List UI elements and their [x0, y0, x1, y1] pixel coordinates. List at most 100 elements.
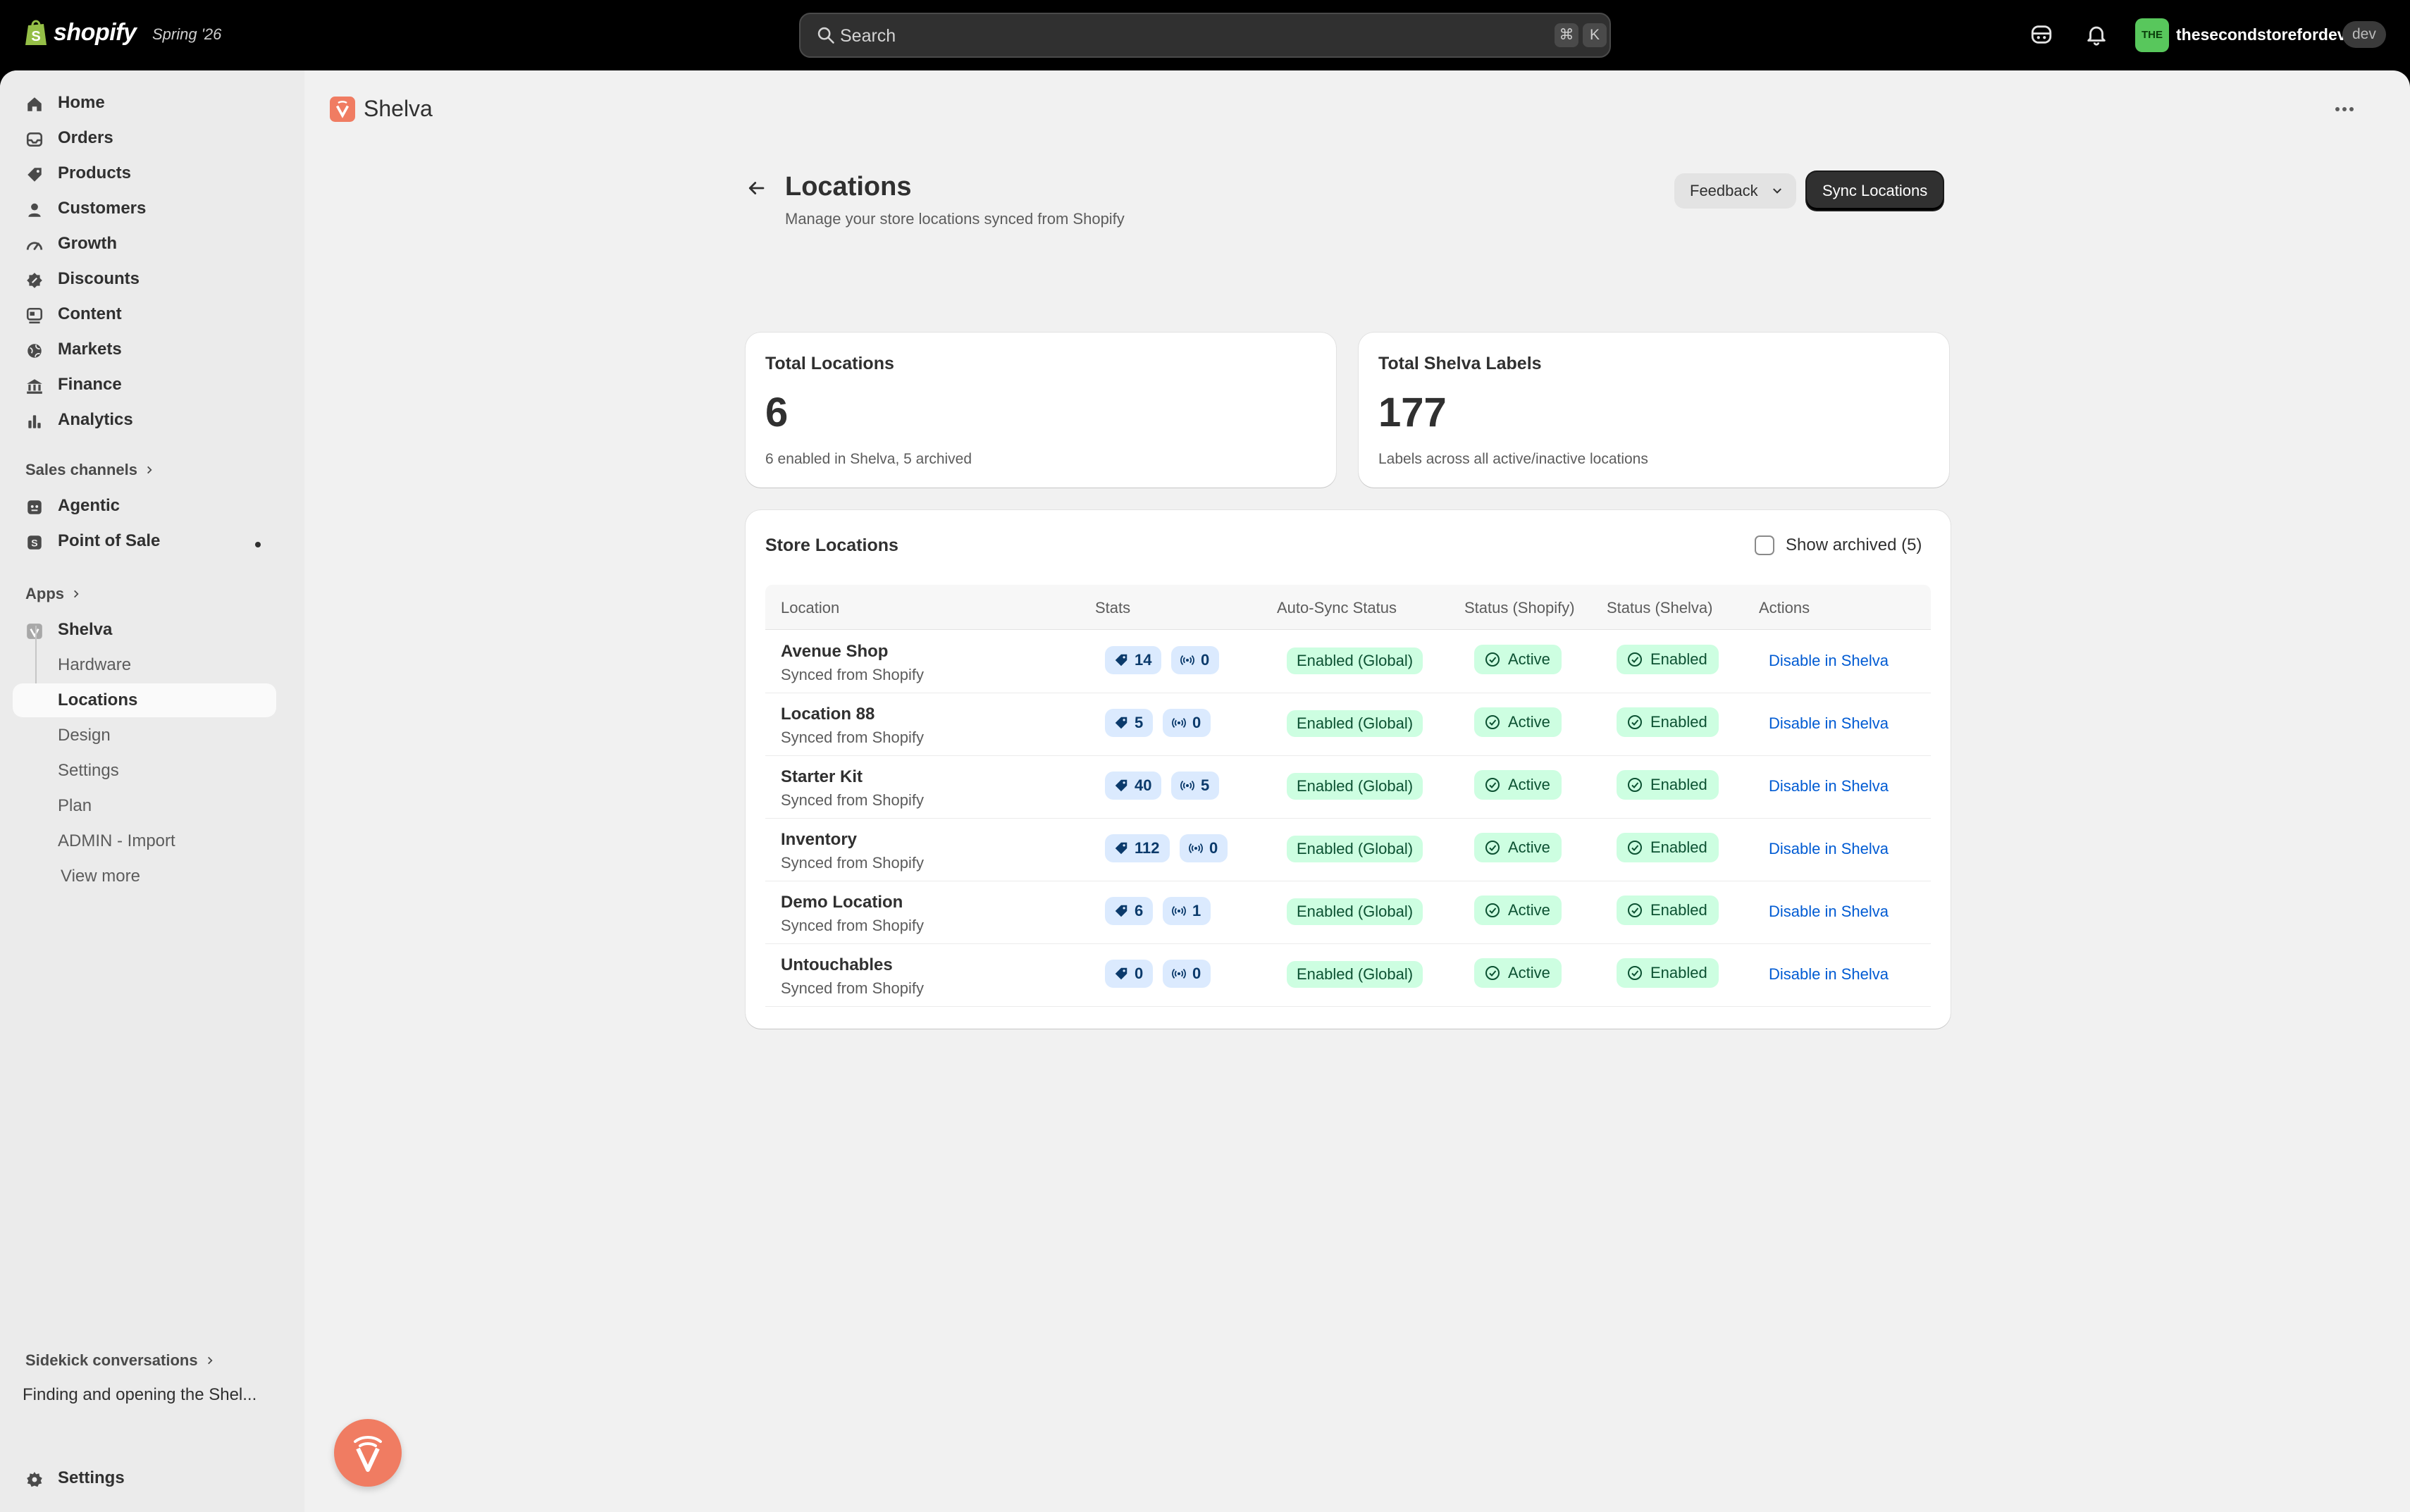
disable-in-shelva-link[interactable]: Disable in Shelva: [1769, 652, 1889, 670]
check-circle-icon: [1628, 841, 1642, 855]
stat-value: 6: [765, 390, 789, 435]
location-name[interactable]: Starter Kit: [781, 767, 863, 787]
bank-icon: [27, 379, 42, 394]
notification-bell-icon[interactable]: [2084, 23, 2108, 47]
sidebar-item-label: Products: [58, 163, 132, 182]
app-header: Shelva: [330, 96, 433, 122]
sidebar-item-shelva[interactable]: Shelva: [13, 613, 276, 647]
sidebar-subitem-admin-import[interactable]: ADMIN - Import: [13, 824, 276, 858]
stat-title: Total Locations: [765, 354, 894, 373]
tag-icon: [1115, 779, 1127, 792]
sidebar-item-analytics[interactable]: Analytics: [13, 403, 276, 437]
sidebar-item-label: ADMIN - Import: [58, 831, 175, 850]
search-placeholder: Search: [840, 26, 896, 46]
location-name[interactable]: Inventory: [781, 830, 857, 850]
disable-in-shelva-link[interactable]: Disable in Shelva: [1769, 777, 1889, 795]
feedback-button[interactable]: Feedback: [1674, 173, 1796, 209]
sidebar-item-point-of-sale[interactable]: S Point of Sale: [13, 524, 276, 558]
check-circle-icon: [1485, 841, 1500, 855]
table-row: Demo Location Synced from Shopify 6 1 En…: [765, 881, 1931, 944]
apps-header[interactable]: Apps: [25, 585, 81, 603]
sidebar-item-markets[interactable]: Markets: [13, 333, 276, 366]
gear-icon: [27, 1472, 42, 1487]
labels-count: 6: [1135, 902, 1144, 919]
location-name[interactable]: Untouchables: [781, 955, 893, 975]
sidekick-icon[interactable]: [2029, 23, 2053, 47]
disable-in-shelva-link[interactable]: Disable in Shelva: [1769, 840, 1889, 858]
tag-icon: [1115, 842, 1127, 855]
table-header: Location Stats Auto-Sync Status Status (…: [765, 585, 1931, 630]
labels-count-badge: 40: [1105, 772, 1162, 800]
sync-locations-button[interactable]: Sync Locations: [1807, 172, 1944, 210]
sidebar-item-growth[interactable]: Growth: [13, 227, 276, 261]
back-arrow-icon[interactable]: [746, 178, 767, 199]
sidebar-item-label: Discounts: [58, 269, 140, 288]
sales-channels-header[interactable]: Sales channels: [25, 461, 154, 479]
location-name[interactable]: Avenue Shop: [781, 642, 888, 662]
shortcut-k-key: K: [1583, 23, 1607, 47]
home-icon: [27, 97, 42, 111]
auto-sync-badge: Enabled (Global): [1287, 647, 1423, 674]
location-name[interactable]: Demo Location: [781, 893, 903, 912]
sidebar-subitem-design[interactable]: Design: [13, 719, 276, 752]
show-archived-checkbox[interactable]: [1755, 535, 1774, 555]
more-actions-icon[interactable]: [2334, 106, 2355, 113]
sidebar-item-finance[interactable]: Finance: [13, 368, 276, 402]
sidebar-view-more[interactable]: View more: [13, 860, 276, 893]
sidebar-item-customers[interactable]: Customers: [13, 192, 276, 225]
sidebar-item-agentic[interactable]: Agentic: [13, 489, 276, 523]
devices-count: 5: [1201, 776, 1210, 794]
sidekick-conversations-label: Sidekick conversations: [25, 1351, 198, 1369]
shopify-logo[interactable]: S shopify: [24, 18, 137, 47]
sidebar-subitem-hardware[interactable]: Hardware: [13, 648, 276, 682]
sidebar-item-settings[interactable]: Settings: [13, 1461, 276, 1495]
show-archived-toggle[interactable]: Show archived (5): [1755, 535, 1922, 555]
tag-icon: [27, 168, 42, 182]
sidebar-subitem-locations[interactable]: Locations: [13, 683, 276, 717]
sidekick-conversations-header[interactable]: Sidekick conversations: [25, 1351, 215, 1370]
shelva-launcher-button[interactable]: [334, 1419, 402, 1487]
auto-sync-badge: Enabled (Global): [1287, 961, 1423, 988]
sidebar-item-products[interactable]: Products: [13, 156, 276, 190]
location-name[interactable]: Location 88: [781, 705, 875, 724]
devices-count-badge: 0: [1171, 646, 1220, 674]
admin-shell: Home Orders Products Customers Growth Di…: [0, 70, 2410, 1512]
labels-count: 5: [1135, 714, 1144, 731]
search-bar[interactable]: Search ⌘ K: [799, 13, 1611, 58]
stat-note: 6 enabled in Shelva, 5 archived: [765, 451, 972, 467]
disable-in-shelva-link[interactable]: Disable in Shelva: [1769, 714, 1889, 733]
sidebar-subitem-settings[interactable]: Settings: [13, 754, 276, 788]
sidekick-conversation-item[interactable]: Finding and opening the Shel...: [23, 1385, 257, 1405]
check-circle-icon: [1485, 903, 1500, 917]
auto-sync-badge: Enabled (Global): [1287, 710, 1423, 737]
check-circle-icon: [1485, 715, 1500, 729]
tag-icon: [1115, 905, 1127, 917]
location-source: Synced from Shopify: [781, 729, 924, 746]
signal-icon: [1180, 655, 1194, 666]
release-label[interactable]: Spring '26: [152, 25, 221, 44]
sidebar-item-discounts[interactable]: Discounts: [13, 262, 276, 296]
store-avatar[interactable]: THE: [2135, 18, 2169, 52]
store-name[interactable]: thesecondstorefordev: [2176, 25, 2347, 44]
tag-icon: [1115, 654, 1127, 667]
sidebar-item-label: Growth: [58, 234, 117, 253]
table-row: Starter Kit Synced from Shopify 40 5 Ena…: [765, 756, 1931, 819]
check-circle-icon: [1628, 715, 1642, 729]
sidebar-subitem-plan[interactable]: Plan: [13, 789, 276, 823]
page-title: Locations: [785, 172, 912, 202]
devices-count: 1: [1192, 902, 1201, 919]
signal-icon: [1172, 717, 1186, 729]
check-circle-icon: [1628, 966, 1642, 980]
check-circle-icon: [1485, 778, 1500, 792]
shopify-bag-icon: S: [25, 20, 47, 45]
stat-note: Labels across all active/inactive locati…: [1378, 451, 1648, 467]
sidebar-item-home[interactable]: Home: [13, 86, 276, 120]
shelva-status-text: Enabled: [1650, 650, 1707, 668]
sidebar-item-label: Settings: [58, 1468, 125, 1487]
auto-sync-badge: Enabled (Global): [1287, 836, 1423, 862]
labels-count: 40: [1135, 776, 1152, 794]
sidebar-item-orders[interactable]: Orders: [13, 121, 276, 155]
disable-in-shelva-link[interactable]: Disable in Shelva: [1769, 965, 1889, 984]
sidebar-item-content[interactable]: Content: [13, 297, 276, 331]
disable-in-shelva-link[interactable]: Disable in Shelva: [1769, 903, 1889, 921]
